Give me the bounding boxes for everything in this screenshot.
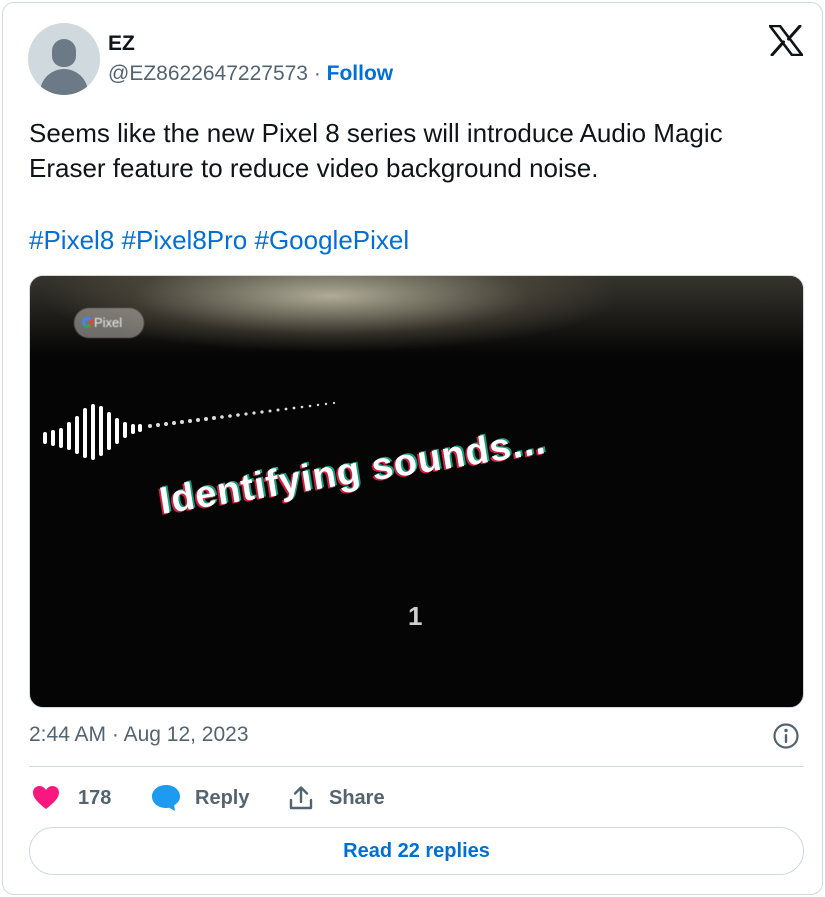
tweet-text: Seems like the new Pixel 8 series will i… [29,118,723,183]
handle-separator: · [307,62,327,85]
share-label: Share [329,786,385,809]
author-handle[interactable]: @EZ8622647227573 [108,62,308,85]
follow-button[interactable]: Follow [327,62,394,85]
pixel-badge-label: Pixel [94,315,123,330]
read-replies-button[interactable]: Read 22 replies [29,827,804,875]
hashtag-link[interactable]: #GooglePixel [254,225,409,255]
hashtag-link[interactable]: #Pixel8Pro [122,225,248,255]
hashtag-list: #Pixel8 #Pixel8Pro #GooglePixel [29,223,409,258]
heart-icon [33,786,59,809]
avatar-body [40,69,88,95]
media-glow [30,276,803,416]
pixel-badge: Pixel [74,308,144,338]
reply-bubble-icon [152,785,180,811]
timestamp-separator: · [106,723,124,746]
info-icon[interactable] [771,721,801,751]
author-name[interactable]: EZ [108,32,135,56]
share-button[interactable]: Share [287,782,385,814]
media-counter: 1 [408,601,423,631]
reply-label: Reply [195,786,250,809]
tweet-timestamp[interactable]: 2:44 AM · Aug 12, 2023 [29,723,249,747]
tweet-media-image[interactable]: Pixel Identifying sounds... 1 [29,275,804,708]
avatar-head [52,39,76,67]
avatar[interactable] [28,23,100,95]
hashtag-link[interactable]: #Pixel8 [29,225,114,255]
google-g-icon [82,317,93,328]
tweet-card: EZ @EZ8622647227573 · Follow Seems like … [2,2,823,895]
like-count: 178 [78,786,112,809]
x-logo-icon[interactable] [769,25,803,56]
share-icon [289,786,313,810]
author-handle-line: @EZ8622647227573 · Follow [108,62,393,86]
timestamp-time: 2:44 AM [29,723,107,746]
divider [29,766,804,767]
timestamp-date: Aug 12, 2023 [123,723,249,746]
like-button[interactable]: 178 [32,782,111,814]
reply-button[interactable]: Reply [151,782,249,814]
